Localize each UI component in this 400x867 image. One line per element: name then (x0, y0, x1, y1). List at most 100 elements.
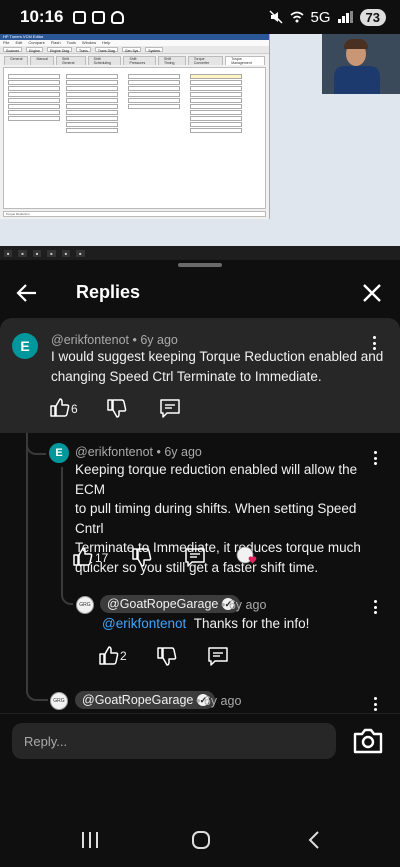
comment-text: Keeping torque reduction enabled will al… (75, 460, 375, 577)
comment-line: changing Speed Ctrl Terminate to Immedia… (51, 368, 322, 384)
toolbar-item: Engine (26, 47, 43, 53)
avatar[interactable]: GRG (76, 596, 94, 614)
comment-author: @GoatRopeGarage (107, 597, 219, 611)
signal-icon (337, 11, 353, 23)
comment-meta: • 6y ago (196, 694, 242, 708)
window-body (3, 67, 266, 209)
thumbs-down-icon[interactable] (106, 398, 128, 420)
replies-thread: E @erikfontenot • 6y ago I would suggest… (0, 318, 400, 713)
home-icon[interactable] (190, 829, 212, 851)
more-vert-icon[interactable] (370, 695, 380, 713)
close-icon[interactable] (360, 281, 384, 305)
software-window: HP Tuners VCM Editor File Edit Compare F… (0, 34, 270, 219)
menu-item: Tools (66, 40, 76, 45)
comment-meta: @erikfontenot • 6y ago (51, 333, 178, 347)
toolbar-item: Engine Diag (46, 47, 73, 53)
recent-apps-icon[interactable] (80, 830, 100, 850)
window-tabs: General Manual Shift General Shift Sched… (0, 54, 269, 65)
like-count: 6 (71, 402, 78, 416)
thumbs-up-icon[interactable] (72, 545, 94, 567)
comment-text: I would suggest keeping Torque Reduction… (51, 347, 387, 386)
comment-line: Terminate to Immediate, it reduces torqu… (75, 540, 361, 555)
comment-author[interactable]: @erikfontenot (51, 333, 129, 347)
toolbar-item: System (145, 47, 163, 53)
wifi-calling-icon (290, 11, 304, 23)
status-time: 10:16 (20, 7, 64, 26)
window-tab: Shift Pressures (123, 56, 157, 65)
comment-age: 6y ago (140, 333, 178, 347)
table-column (66, 74, 118, 134)
battery-level: 73 (359, 8, 386, 26)
thread-line (26, 433, 28, 693)
avatar[interactable]: E (12, 333, 38, 359)
status-right: 5G 73 (268, 8, 386, 26)
reply-bar: Reply... (0, 713, 400, 767)
gallery-notification-icon (92, 10, 106, 24)
mute-icon (268, 10, 283, 24)
more-vert-icon[interactable] (369, 334, 379, 352)
like-count: 17 (95, 551, 109, 565)
comment-line: I would suggest keeping Torque Reduction… (51, 349, 384, 364)
thread-connector (26, 433, 46, 455)
thread-connector (26, 679, 48, 701)
screenshot-notification-icon (73, 10, 87, 24)
comment-text: @erikfontenot Thanks for the info! (102, 614, 309, 634)
toolbar-item: Scanner (3, 47, 23, 53)
reply-icon[interactable] (207, 645, 229, 667)
comment-line: Thanks for the info! (193, 616, 310, 631)
page-title: Replies (76, 282, 141, 302)
window-tab: Shift Scheduling (87, 56, 122, 65)
reply-icon[interactable] (159, 397, 181, 419)
thumbs-up-icon[interactable] (98, 644, 120, 666)
window-status: Torque Reduction (3, 211, 266, 217)
menu-item: Window (81, 40, 97, 45)
back-nav-icon[interactable] (306, 830, 322, 850)
toolbar-item: Gen Sys (121, 47, 142, 53)
network-type: 5G (310, 8, 331, 26)
channel-chip[interactable]: @GoatRopeGarage ✓ (100, 595, 241, 613)
window-tab: General (4, 56, 29, 65)
comment-line: to pull timing during shifts. When setti… (75, 501, 357, 536)
window-tab-active: Torque Management (225, 56, 265, 65)
menu-item: Edit (15, 40, 23, 45)
more-vert-icon[interactable] (370, 449, 380, 467)
creator-heart-icon (236, 546, 257, 564)
table-column (190, 74, 242, 134)
table-column (8, 74, 60, 122)
drag-handle[interactable] (178, 263, 222, 267)
replies-header: Replies (0, 270, 400, 316)
webcam-overlay (322, 34, 400, 94)
status-bar: 10:16 5G 73 (0, 0, 400, 34)
window-tab: Shift General (55, 56, 86, 65)
channel-chip[interactable]: @GoatRopeGarage ✓ (75, 691, 216, 709)
more-vert-icon[interactable] (370, 598, 380, 616)
back-arrow-icon[interactable] (14, 280, 40, 306)
snapchat-notification-icon (111, 10, 125, 24)
window-tab: Torque Converter (187, 56, 224, 65)
notification-icons (73, 10, 125, 24)
thumbs-down-icon[interactable] (131, 547, 153, 569)
menu-item: File (3, 40, 10, 45)
comment-age: 6y ago (228, 598, 267, 612)
avatar[interactable]: E (49, 443, 69, 463)
camera-icon[interactable] (350, 724, 386, 758)
thumbs-down-icon[interactable] (156, 646, 178, 668)
window-tab: Shift Timing (158, 56, 186, 65)
system-nav-bar (0, 800, 400, 867)
thumbs-up-icon[interactable] (49, 396, 71, 418)
avatar[interactable]: GRG (50, 692, 68, 710)
menu-item: Compare (28, 40, 45, 45)
mention-link[interactable]: @erikfontenot (102, 616, 186, 631)
menu-item: Flash (50, 40, 61, 45)
comment-line: quicker so you still get a faster shift … (75, 559, 319, 575)
thread-connector (61, 583, 73, 605)
video-player[interactable]: HP Tuners VCM Editor File Edit Compare F… (0, 34, 400, 260)
comment-author[interactable]: @erikfontenot (75, 445, 153, 459)
thread-line (61, 467, 63, 595)
table-column (128, 74, 180, 110)
reply-input[interactable]: Reply... (12, 723, 336, 759)
comment-meta: @erikfontenot • 6y ago (75, 445, 202, 459)
parent-comment: E @erikfontenot • 6y ago I would suggest… (0, 318, 400, 433)
comment-line: Keeping torque reduction enabled will al… (75, 462, 358, 497)
reply-icon[interactable] (184, 546, 206, 568)
